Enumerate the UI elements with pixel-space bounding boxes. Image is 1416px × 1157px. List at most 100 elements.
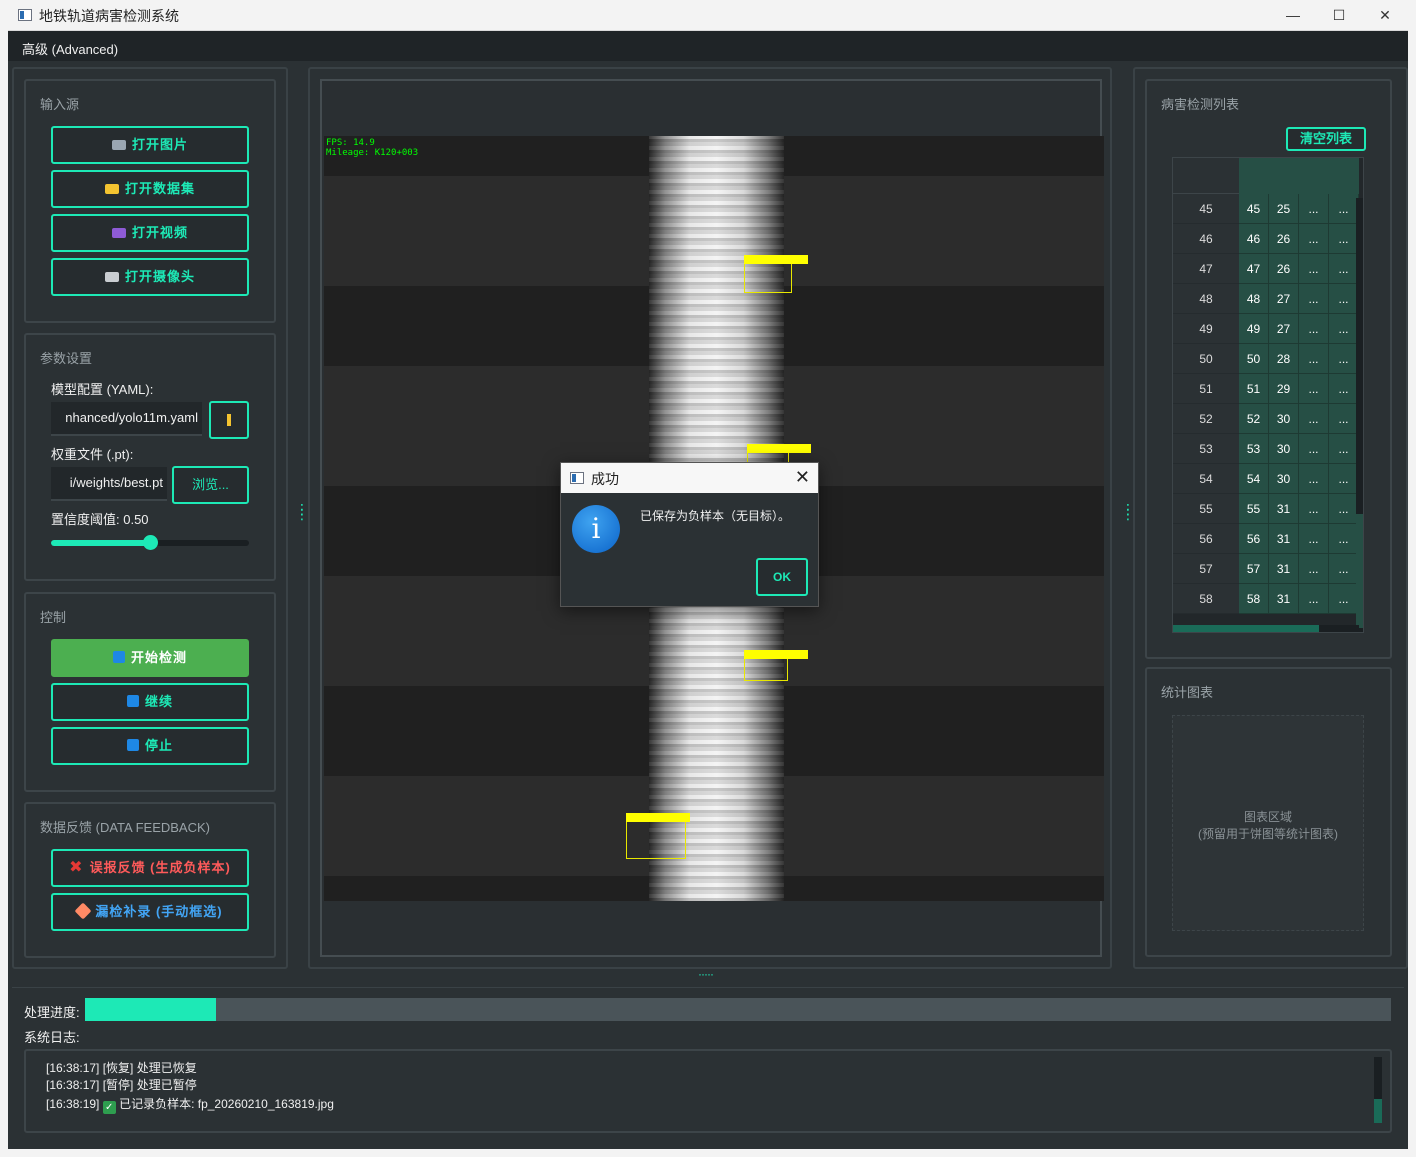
table-row[interactable]: 57 57 31......: [1173, 554, 1359, 584]
table-row[interactable]: 46 46 26......: [1173, 224, 1359, 254]
open-camera-button[interactable]: 打开摄像头: [51, 258, 249, 296]
table-cell: ...: [1299, 224, 1329, 254]
row-header-cell: 53: [1173, 434, 1239, 464]
log-scroll-thumb[interactable]: [1374, 1099, 1382, 1123]
row-header-cell: 46: [1173, 224, 1239, 254]
dialog-close-icon[interactable]: ✕: [795, 467, 810, 488]
table-row[interactable]: 48 48 27......: [1173, 284, 1359, 314]
cross-icon: ✖: [69, 859, 84, 876]
maximize-button[interactable]: ☐: [1316, 0, 1362, 31]
chart-placeholder-line1: 图表区域: [1243, 810, 1292, 824]
close-window-button[interactable]: ✕: [1362, 0, 1408, 31]
stats-chart-area: 图表区域 (预留用于饼图等统计图表): [1172, 715, 1364, 931]
table-row[interactable]: 47 47 26......: [1173, 254, 1359, 284]
feedback-title: 数据反馈 (DATA FEEDBACK): [40, 820, 210, 835]
table-horizontal-scrollbar[interactable]: [1173, 625, 1359, 632]
table-cell: ...: [1299, 554, 1329, 584]
start-detection-button[interactable]: 开始检测: [51, 639, 249, 677]
open-image-label: 打开图片: [131, 137, 188, 152]
params-title: 参数设置: [40, 351, 93, 366]
row-header-cell: 51: [1173, 374, 1239, 404]
detection-tag: [747, 444, 811, 453]
weights-field[interactable]: i/weights/best.pt: [51, 467, 167, 501]
right-panel: 病害检测列表 清空列表 45 45 25...... 46 46 26...... 47 47…: [1133, 67, 1408, 969]
table-cell: 45: [1239, 194, 1269, 224]
table-row[interactable]: 51 51 29......: [1173, 374, 1359, 404]
stop-label: 停止: [144, 738, 173, 753]
resume-button[interactable]: 继续: [51, 683, 249, 721]
progress-bar-fill: [85, 998, 216, 1021]
false-report-button[interactable]: ✖ 误报反馈 (生成负样本): [51, 849, 249, 887]
folder-icon: [227, 414, 231, 426]
detection-list-group: 病害检测列表 清空列表 45 45 25...... 46 46 26...... 47 47…: [1145, 79, 1392, 659]
system-log[interactable]: [16:38:17] [恢复] 处理已恢复 [16:38:17] [暂停] 处理…: [24, 1049, 1392, 1133]
start-detection-label: 开始检测: [130, 650, 187, 665]
table-vertical-scroll-thumb[interactable]: [1356, 514, 1363, 628]
feedback-group: 数据反馈 (DATA FEEDBACK) ✖ 误报反馈 (生成负样本) 漏检补录 …: [24, 802, 276, 958]
table-row[interactable]: 55 55 31......: [1173, 494, 1359, 524]
dialog-titlebar: 成功 ✕: [561, 463, 818, 493]
stop-button[interactable]: 停止: [51, 727, 249, 765]
table-cell: 26: [1269, 254, 1299, 284]
table-cell: ...: [1329, 254, 1359, 284]
log-scrollbar[interactable]: [1374, 1057, 1382, 1123]
table-row[interactable]: 45 45 25......: [1173, 194, 1359, 224]
table-cell: ...: [1299, 494, 1329, 524]
table-row[interactable]: 54 54 30......: [1173, 464, 1359, 494]
control-title: 控制: [40, 610, 67, 625]
table-cell: 50: [1239, 344, 1269, 374]
clear-list-button[interactable]: 清空列表: [1286, 127, 1366, 151]
table-cell: 31: [1269, 554, 1299, 584]
table-cell: ...: [1299, 404, 1329, 434]
open-image-button[interactable]: 打开图片: [51, 126, 249, 164]
menu-advanced[interactable]: 高级 (Advanced): [22, 39, 118, 58]
model-browse-button[interactable]: [209, 401, 249, 439]
minimize-button[interactable]: —: [1270, 0, 1316, 31]
missed-entry-label: 漏检补录 (手动框选): [95, 904, 223, 919]
confidence-slider-handle[interactable]: [143, 535, 158, 550]
table-cell: 27: [1269, 314, 1299, 344]
open-dataset-button[interactable]: 打开数据集: [51, 170, 249, 208]
row-header-cell: 54: [1173, 464, 1239, 494]
row-header-cell: 52: [1173, 404, 1239, 434]
bottom-splitter-handle[interactable]: ·····: [698, 967, 714, 981]
table-cell: 56: [1239, 524, 1269, 554]
weights-browse-button[interactable]: 浏览...: [172, 466, 249, 504]
table-cell: 30: [1269, 434, 1299, 464]
left-splitter-handle[interactable]: ⋮ ⋮: [295, 502, 309, 521]
row-header-cell: 55: [1173, 494, 1239, 524]
open-camera-label: 打开摄像头: [124, 269, 195, 284]
row-header-cell: 58: [1173, 584, 1239, 614]
false-report-label: 误报反馈 (生成负样本): [89, 860, 231, 875]
camera-icon: [104, 272, 119, 282]
confidence-label: 置信度阈值: 0.50: [51, 512, 149, 527]
table-row[interactable]: 50 50 28......: [1173, 344, 1359, 374]
missed-entry-button[interactable]: 漏检补录 (手动框选): [51, 893, 249, 931]
detection-table[interactable]: 45 45 25...... 46 46 26...... 47 47 26...... 48 48…: [1172, 157, 1364, 633]
table-cell: 55: [1239, 494, 1269, 524]
table-cell: ...: [1329, 584, 1359, 614]
confidence-slider[interactable]: [51, 535, 249, 550]
window-titlebar: 地铁轨道病害检测系统 — ☐ ✕: [8, 0, 1408, 31]
table-row[interactable]: 52 52 30......: [1173, 404, 1359, 434]
table-row[interactable]: 56 56 31......: [1173, 524, 1359, 554]
table-cell: ...: [1329, 494, 1359, 524]
table-horizontal-scroll-thumb[interactable]: [1173, 625, 1319, 632]
control-group: 控制 开始检测 继续 停止: [24, 592, 276, 792]
open-video-button[interactable]: 打开视频: [51, 214, 249, 252]
folder-icon: [104, 184, 119, 194]
table-row[interactable]: 58 58 31......: [1173, 584, 1359, 614]
fps-overlay: FPS: 14.9: [326, 138, 375, 148]
table-cell: ...: [1299, 434, 1329, 464]
log-message: 已记录负样本: fp_20260210_163819.jpg: [119, 1097, 334, 1111]
right-splitter-handle[interactable]: ⋮ ⋮: [1121, 502, 1135, 521]
input-source-group: 输入源 打开图片 打开数据集 打开视频 打开摄像头: [24, 79, 276, 323]
detection-tag: [744, 650, 808, 659]
ok-button[interactable]: OK: [756, 558, 808, 596]
table-row[interactable]: 53 53 30......: [1173, 434, 1359, 464]
table-cell: 25: [1269, 194, 1299, 224]
table-cell: 27: [1269, 284, 1299, 314]
table-vertical-scrollbar[interactable]: [1356, 198, 1363, 632]
model-config-field[interactable]: nhanced/yolo11m.yaml: [51, 402, 202, 436]
table-row[interactable]: 49 49 27......: [1173, 314, 1359, 344]
